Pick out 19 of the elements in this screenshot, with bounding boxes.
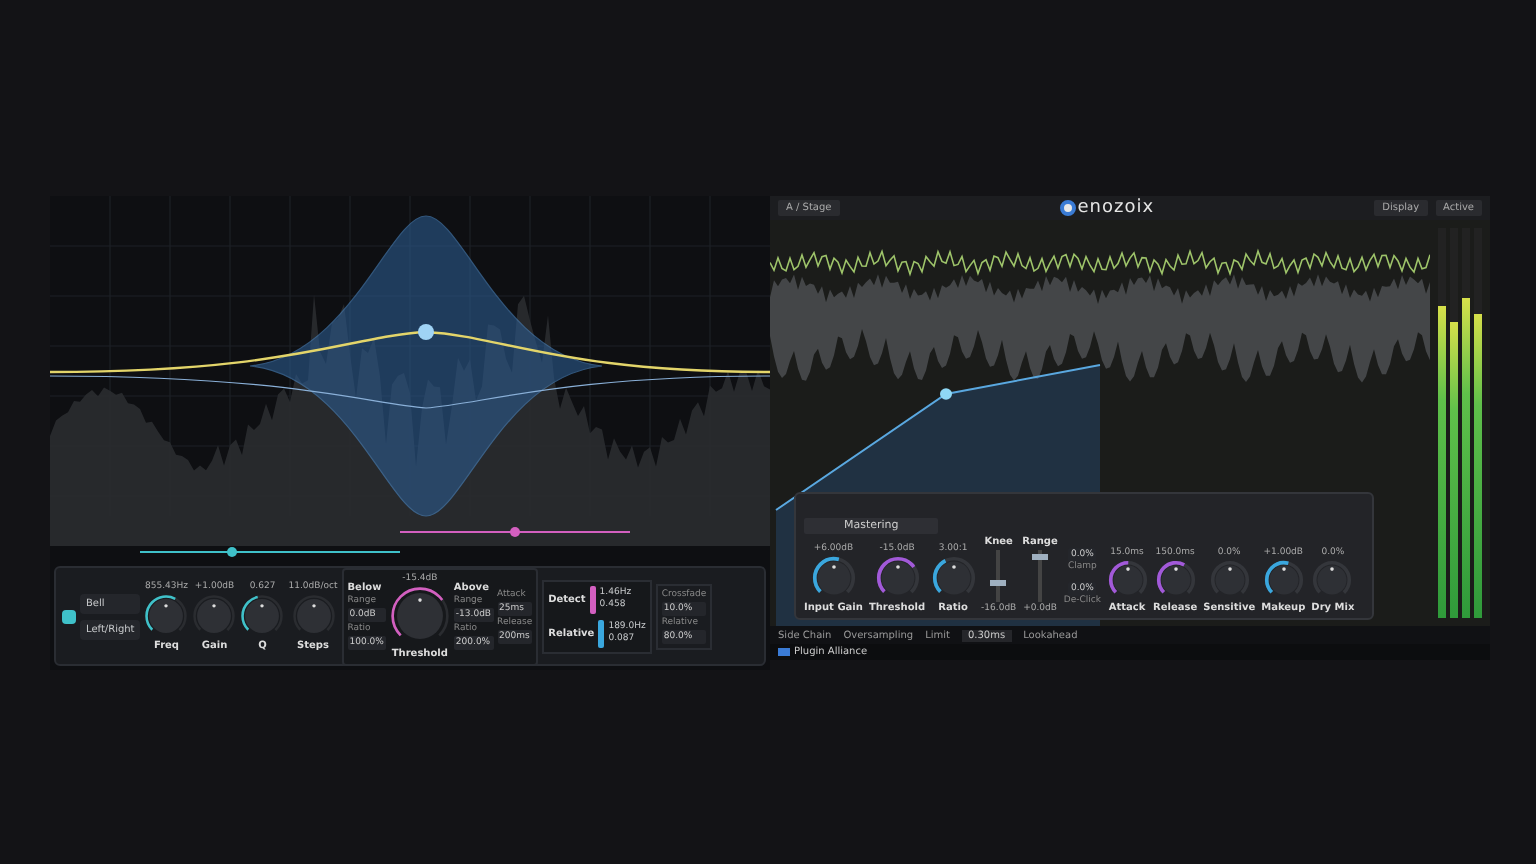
power-icon[interactable] (61, 609, 75, 623)
slider-handle[interactable] (510, 527, 520, 537)
knob[interactable] (1107, 560, 1147, 600)
knob[interactable] (1155, 560, 1196, 600)
knob[interactable] (240, 593, 285, 637)
slider-handle[interactable] (227, 547, 237, 557)
knob[interactable] (1263, 560, 1304, 600)
fader-thumb[interactable] (990, 579, 1007, 586)
logo-icon (1059, 200, 1076, 216)
logo-text: enozoix (1077, 198, 1155, 218)
curve-node[interactable] (940, 388, 952, 400)
knob[interactable] (875, 556, 919, 600)
threshold-knob[interactable] (389, 585, 450, 645)
knob[interactable] (811, 556, 856, 600)
fader-thumb[interactable] (1032, 554, 1049, 561)
brand-icon (778, 648, 790, 656)
knob[interactable] (931, 556, 976, 600)
knob[interactable] (144, 593, 189, 637)
band-node[interactable] (418, 324, 434, 340)
